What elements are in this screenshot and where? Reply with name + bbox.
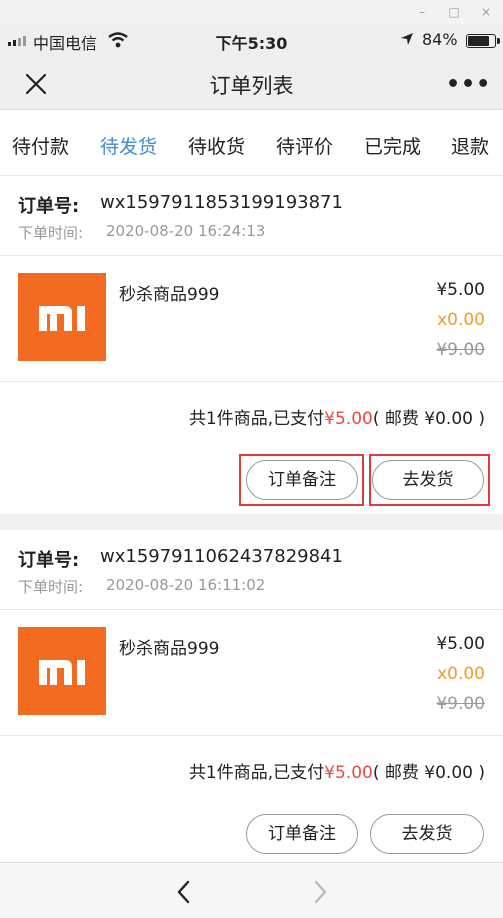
more-icon[interactable]: ••• [446,72,491,97]
paid-amount: ¥5.00 [324,763,373,783]
order-summary: 共1件商品,已支付¥5.00( 邮费 ¥0.00 ) [189,758,485,783]
minimize-button[interactable]: – [414,4,430,20]
tab-pending-shipment[interactable]: 待发货 [100,132,157,159]
order-number: wx1597911062437829841 [100,546,343,567]
location-arrow-icon [401,33,413,45]
mi-logo-icon [39,660,85,685]
navigation-bar: 订单列表 ••• [0,58,503,110]
product-thumbnail [18,627,106,715]
order-time: 2020-08-20 16:11:02 [106,576,266,594]
tab-refund[interactable]: 退款 [451,132,489,159]
product-discount: x0.00 [437,664,485,684]
maximize-button[interactable]: □ [446,4,462,20]
order-number-label: 订单号: [18,196,80,217]
order-status-tabs: 待付款 待发货 待收货 待评价 已完成 退款 [0,110,503,176]
product-thumbnail [18,273,106,361]
page-title: 订单列表 [209,74,294,98]
browser-toolbar [0,862,503,918]
battery-icon [466,34,500,48]
status-bar: 中国电信 下午5:30 84% [0,24,503,58]
order-note-button[interactable]: 订单备注 [246,814,358,854]
window-close-button[interactable]: × [478,4,494,20]
paid-amount: ¥5.00 [324,409,373,429]
product-original-price: ¥9.00 [436,694,485,714]
product-price: ¥5.00 [436,280,485,300]
tab-pending-review[interactable]: 待评价 [276,132,333,159]
order-number: wx1597911853199193871 [100,192,343,213]
order-header: 订单号: wx1597911853199193871 下单时间: 2020-08… [0,176,503,256]
order-time-label: 下单时间: [18,224,84,242]
product-discount: x0.00 [437,310,485,330]
order-time-label: 下单时间: [18,578,84,596]
order-summary: 共1件商品,已支付¥5.00( 邮费 ¥0.00 ) [189,404,485,429]
tab-pending-receipt[interactable]: 待收货 [188,132,245,159]
ship-button[interactable]: 去发货 [370,814,484,854]
back-arrow-icon[interactable] [174,879,194,905]
order-note-button[interactable]: 订单备注 [246,460,358,500]
order-card: 订单号: wx1597911853199193871 下单时间: 2020-08… [0,176,503,514]
shipping-fee: ( 邮费 ¥0.00 ) [372,409,485,429]
product-row[interactable]: 秒杀商品999 ¥5.00 x0.00 ¥9.00 [0,610,503,736]
summary-text: 共1件商品,已支付 [188,409,325,429]
product-name: 秒杀商品999 [119,285,220,305]
product-name: 秒杀商品999 [119,639,220,659]
mi-logo-icon [39,306,85,331]
forward-arrow-icon[interactable] [310,879,330,905]
order-number-label: 订单号: [18,550,80,571]
window-title-bar: – □ × [0,0,503,24]
summary-text: 共1件商品,已支付 [188,763,325,783]
ship-button[interactable]: 去发货 [372,460,484,500]
battery-percent: 84% [422,30,458,49]
order-card: 订单号: wx1597911062437829841 下单时间: 2020-08… [0,530,503,862]
product-price: ¥5.00 [436,634,485,654]
shipping-fee: ( 邮费 ¥0.00 ) [372,763,485,783]
product-row[interactable]: 秒杀商品999 ¥5.00 x0.00 ¥9.00 [0,256,503,382]
product-original-price: ¥9.00 [436,340,485,360]
order-header: 订单号: wx1597911062437829841 下单时间: 2020-08… [0,530,503,610]
tab-pending-payment[interactable]: 待付款 [12,132,69,159]
tab-completed[interactable]: 已完成 [364,132,421,159]
order-time: 2020-08-20 16:24:13 [106,222,266,240]
